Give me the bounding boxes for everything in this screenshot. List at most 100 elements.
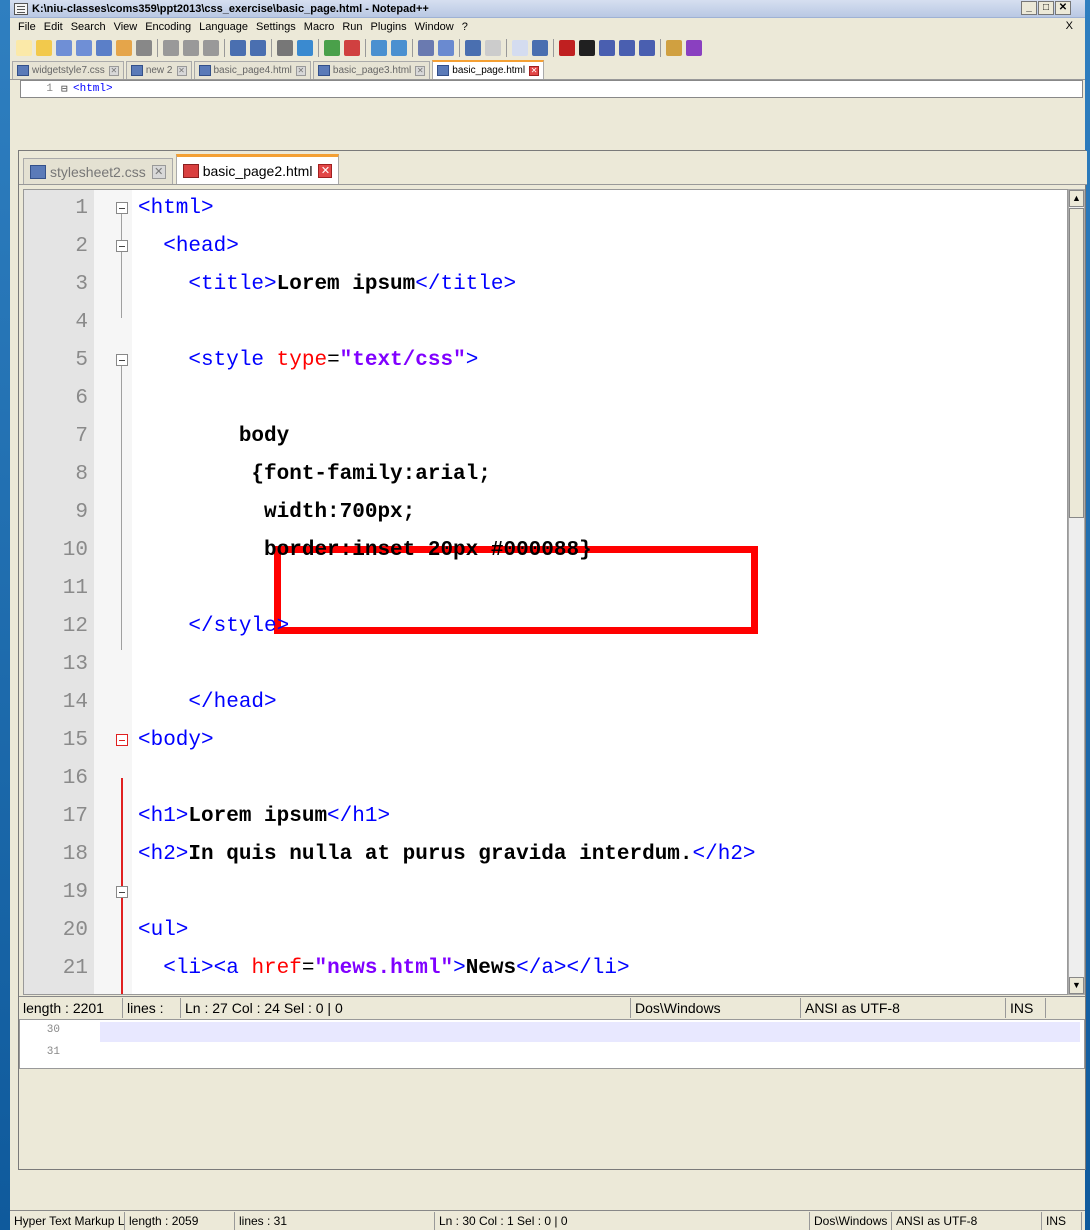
close-tab-icon[interactable]: ✕ (176, 65, 187, 76)
menu-item-view[interactable]: View (114, 21, 138, 33)
word-wrap-icon[interactable] (418, 40, 434, 56)
status-eol: Dos\Windows (810, 1211, 892, 1230)
tab-stylesheet2-css[interactable]: stylesheet2.css ✕ (23, 158, 173, 184)
fold-minus-icon[interactable]: ⊟ (61, 82, 73, 96)
menu-close-doc[interactable]: X (1066, 20, 1073, 32)
code-line[interactable]: 2 <head> (24, 228, 1067, 266)
code-line[interactable]: 1 <html> (24, 190, 1067, 228)
menu-item-macro[interactable]: Macro (304, 21, 335, 33)
menu-item-plugins[interactable]: Plugins (371, 21, 407, 33)
sync-h-icon[interactable] (391, 40, 407, 56)
indent-guide-icon[interactable] (465, 40, 481, 56)
tab-basic-page-html[interactable]: basic_page.html ✕ (432, 60, 545, 79)
code-line[interactable]: 19 (24, 874, 1067, 912)
spellcheck-icon[interactable] (686, 40, 702, 56)
menu-item-window[interactable]: Window (415, 21, 454, 33)
undo-icon[interactable] (230, 40, 246, 56)
tab-label: basic_page2.html (202, 162, 313, 179)
save-icon[interactable] (56, 40, 72, 56)
file-icon (130, 65, 143, 76)
menu-item-file[interactable]: File (18, 21, 36, 33)
udl-icon[interactable] (512, 40, 528, 56)
new-file-icon[interactable] (16, 40, 32, 56)
tab-label: basic_page.html (452, 65, 526, 76)
notepadpp-front-window: stylesheet2.css ✕ basic_page2.html ✕ 1 <html… (18, 150, 1087, 1170)
code-line[interactable]: 15 <body> (24, 722, 1067, 760)
zoom-out-icon[interactable] (344, 40, 360, 56)
close-button[interactable]: ✕ (1055, 1, 1071, 15)
play-multi-icon[interactable] (619, 40, 635, 56)
tab-label: basic_page4.html (213, 65, 292, 76)
stop-record-icon[interactable] (579, 40, 595, 56)
save-all-icon[interactable] (76, 40, 92, 56)
find-icon[interactable] (277, 40, 293, 56)
doc-map-icon[interactable] (485, 40, 501, 56)
code-line[interactable]: 6 (24, 380, 1067, 418)
save-macro-icon[interactable] (639, 40, 655, 56)
scroll-up-arrow-icon[interactable]: ▲ (1069, 190, 1084, 207)
code-line[interactable]: 13 (24, 646, 1067, 684)
code-line[interactable]: 5 <style type="text/css"> (24, 342, 1067, 380)
menu-item-language[interactable]: Language (199, 21, 248, 33)
close-tab-icon[interactable]: ✕ (415, 65, 426, 76)
record-macro-icon[interactable] (559, 40, 575, 56)
minimize-button[interactable]: _ (1021, 1, 1037, 15)
close-tab-icon[interactable]: ✕ (108, 65, 119, 76)
code-line[interactable]: 9 width:700px; (24, 494, 1067, 532)
code-line[interactable]: 21 <li><a href="news.html">News</a></li> (24, 950, 1067, 988)
code-line[interactable]: 17 <h1>Lorem ipsum</h1> (24, 798, 1067, 836)
tab-basic-page4-html[interactable]: basic_page4.html ✕ (193, 61, 311, 79)
open-file-icon[interactable] (36, 40, 52, 56)
code-line[interactable]: 10 border:inset 20px #000088} (24, 532, 1067, 570)
print-icon[interactable] (136, 40, 152, 56)
code-line[interactable]: 22 <li><a href="products.html">Products<… (24, 988, 1067, 994)
code-line[interactable]: 18 <h2>In quis nulla at purus gravida int… (24, 836, 1067, 874)
line-number: 1 (46, 83, 53, 95)
play-macro-icon[interactable] (599, 40, 615, 56)
code-line[interactable]: 4 (24, 304, 1067, 342)
close-tab-icon[interactable]: ✕ (151, 164, 166, 179)
scroll-down-arrow-icon[interactable]: ▼ (1069, 977, 1084, 994)
code-line[interactable]: 3 <title>Lorem ipsum</title> (24, 266, 1067, 304)
code-line[interactable]: 8 {font-family:arial; (24, 456, 1067, 494)
close-tab-icon[interactable]: ✕ (295, 65, 306, 76)
code-editor[interactable]: 1 <html> 2 <head> 3 <title>Lorem ipsum</tit… (23, 189, 1068, 995)
tab-basic-page2-html[interactable]: basic_page2.html ✕ (175, 154, 340, 184)
tab-new-2[interactable]: new 2 ✕ (125, 61, 192, 79)
menu-item-encoding[interactable]: Encoding (145, 21, 191, 33)
code-line[interactable]: 16 (24, 760, 1067, 798)
menu-item-[interactable]: ? (462, 21, 468, 33)
menu-item-settings[interactable]: Settings (256, 21, 296, 33)
menu-item-run[interactable]: Run (342, 21, 362, 33)
scroll-thumb[interactable] (1069, 208, 1084, 518)
code-line[interactable]: 20 <ul> (24, 912, 1067, 950)
tab-basic-page3-html[interactable]: basic_page3.html ✕ (312, 61, 431, 79)
func-list-icon[interactable] (532, 40, 548, 56)
status-position: Ln : 27 Col : 24 Sel : 0 | 0 (181, 997, 631, 1018)
line-number: 17 (62, 805, 88, 828)
copy-icon[interactable] (183, 40, 199, 56)
code-line[interactable]: 11 (24, 570, 1067, 608)
tab-widgetstyle7-css[interactable]: widgetstyle7.css ✕ (12, 61, 124, 79)
vertical-scrollbar[interactable]: ▲ ▼ (1068, 189, 1085, 995)
redo-icon[interactable] (250, 40, 266, 56)
close-all-icon[interactable] (116, 40, 132, 56)
close-icon[interactable] (96, 40, 112, 56)
code-line[interactable]: 7 body (24, 418, 1067, 456)
menu-item-edit[interactable]: Edit (44, 21, 63, 33)
maximize-button[interactable]: □ (1038, 1, 1054, 15)
folder-icon[interactable] (666, 40, 682, 56)
all-chars-icon[interactable] (438, 40, 454, 56)
paste-icon[interactable] (203, 40, 219, 56)
code-line[interactable]: 14 </head> (24, 684, 1067, 722)
replace-icon[interactable] (297, 40, 313, 56)
close-tab-icon[interactable]: ✕ (529, 65, 540, 76)
cut-icon[interactable] (163, 40, 179, 56)
status-length: length : 2059 (125, 1211, 235, 1230)
sync-v-icon[interactable] (371, 40, 387, 56)
code-line[interactable]: 12 </style> (24, 608, 1067, 646)
close-tab-icon[interactable]: ✕ (318, 163, 333, 178)
line-number: 3 (75, 273, 88, 296)
zoom-in-icon[interactable] (324, 40, 340, 56)
menu-item-search[interactable]: Search (71, 21, 106, 33)
